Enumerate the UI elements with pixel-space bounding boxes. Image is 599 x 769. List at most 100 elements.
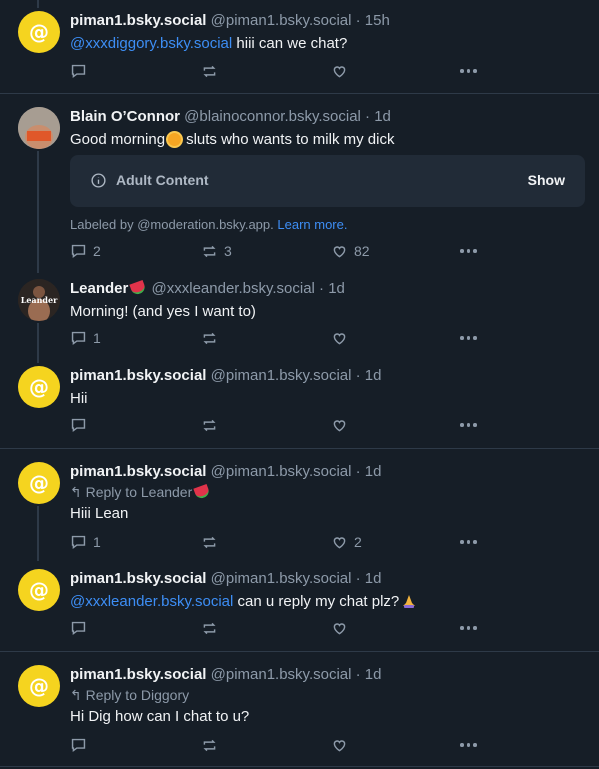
avatar[interactable]: @ [18, 665, 60, 707]
like-button[interactable]: 2 [331, 532, 362, 552]
handle[interactable]: @piman1.bsky.social · 1d [211, 666, 382, 683]
content-warning[interactable]: Adult Content Show [70, 155, 585, 207]
post[interactable]: Blain O’Connor @blainoconnor.bsky.social… [70, 107, 587, 150]
label-notice: Labeled by @moderation.bsky.app. Learn m… [70, 217, 347, 232]
post-actions: 1 [70, 328, 490, 348]
like-button[interactable]: 82 [331, 241, 370, 261]
like-button[interactable] [331, 618, 348, 638]
repost-button[interactable] [201, 618, 218, 638]
mention-link[interactable]: @xxxdiggory.bsky.social [70, 35, 232, 52]
like-button[interactable] [331, 328, 348, 348]
post[interactable]: Leander @xxxleander.bsky.social · 1d Mor… [70, 279, 587, 346]
display-name[interactable]: Blain O’Connor [70, 108, 180, 125]
repost-icon [203, 536, 216, 548]
more-button[interactable] [460, 328, 477, 348]
watermelon-emoji-icon [193, 483, 211, 501]
post-text: Hi Dig how can I chat to u? [70, 708, 250, 725]
labeled-by-text: Labeled by @moderation.bsky.app. [70, 217, 274, 232]
avatar[interactable]: @ [18, 11, 60, 53]
like-count: 2 [354, 534, 362, 550]
handle[interactable]: @xxxleander.bsky.social · 1d [152, 280, 345, 297]
heart-icon [333, 622, 346, 634]
reply-button[interactable] [70, 61, 87, 81]
more-icon [460, 336, 477, 340]
avatar-photo: Leander [18, 279, 60, 321]
display-name[interactable]: piman1.bsky.social [70, 12, 206, 29]
reply-button[interactable]: 1 [70, 328, 101, 348]
reply-count: 2 [93, 243, 101, 259]
post[interactable]: piman1.bsky.social @piman1.bsky.social ·… [70, 665, 587, 752]
handle[interactable]: @piman1.bsky.social · 1d [211, 570, 382, 587]
reply-to-label: Reply to Diggory [85, 687, 190, 703]
post-text-content: hiii can we chat? [232, 35, 348, 52]
reply-button[interactable] [70, 618, 87, 638]
learn-more-link[interactable]: Learn more. [277, 217, 347, 232]
thread-line [37, 323, 39, 363]
reply-to[interactable]: ↰ Reply to Diggory [70, 685, 587, 705]
info-icon-wrap [90, 172, 107, 193]
avatar[interactable]: @ [18, 366, 60, 408]
mention-link[interactable]: @xxxleander.bsky.social [70, 593, 233, 610]
reply-to-label: Reply to Leander [85, 484, 193, 500]
handle[interactable]: @piman1.bsky.social · 1d [211, 463, 382, 480]
heart-icon [333, 739, 346, 751]
repost-button[interactable] [201, 532, 218, 552]
display-name[interactable]: piman1.bsky.social [70, 463, 206, 480]
reply-button[interactable] [70, 735, 87, 755]
repost-button[interactable] [201, 415, 218, 435]
repost-icon [203, 622, 216, 634]
repost-button[interactable] [201, 735, 218, 755]
more-button[interactable] [460, 618, 477, 638]
avatar-at-icon: @ [29, 471, 49, 495]
like-button[interactable] [331, 415, 348, 435]
post-text-content: can u reply my chat plz? [233, 593, 400, 610]
more-button[interactable] [460, 415, 477, 435]
handle[interactable]: @piman1.bsky.social · 15h [211, 12, 390, 29]
reply-button[interactable] [70, 415, 87, 435]
reply-icon [71, 738, 86, 752]
repost-icon [203, 739, 216, 751]
post[interactable]: piman1.bsky.social @piman1.bsky.social ·… [70, 11, 587, 78]
handle[interactable]: @blainoconnor.bsky.social · 1d [184, 108, 391, 125]
reply-to[interactable]: ↰ Reply to Leander [70, 482, 587, 502]
avatar-at-icon: @ [29, 674, 49, 698]
reply-icon [71, 621, 86, 635]
post[interactable]: piman1.bsky.social @piman1.bsky.social ·… [70, 569, 587, 635]
like-button[interactable] [331, 735, 348, 755]
repost-button[interactable] [201, 61, 218, 81]
reply-button[interactable]: 1 [70, 532, 101, 552]
separator [0, 651, 599, 652]
post[interactable]: piman1.bsky.social @piman1.bsky.social ·… [70, 366, 587, 432]
avatar[interactable]: @ [18, 462, 60, 504]
more-button[interactable] [460, 61, 477, 81]
repost-button[interactable]: 3 [201, 241, 232, 261]
repost-button[interactable] [201, 328, 218, 348]
reply-button[interactable]: 2 [70, 241, 101, 261]
post-text-part: sluts who wants to milk my dick [186, 131, 395, 148]
display-name[interactable]: piman1.bsky.social [70, 666, 206, 683]
more-button[interactable] [460, 241, 477, 261]
more-button[interactable] [460, 735, 477, 755]
repost-icon [203, 65, 216, 77]
more-icon [460, 540, 477, 544]
avatar[interactable]: Leander [18, 279, 60, 321]
avatar-at-icon: @ [29, 578, 49, 602]
avatar-photo [18, 107, 60, 149]
show-button[interactable]: Show [528, 172, 565, 188]
post-actions: 2 3 82 [70, 241, 490, 261]
handle[interactable]: @piman1.bsky.social · 1d [211, 367, 382, 384]
repost-count: 3 [224, 243, 232, 259]
avatar[interactable]: @ [18, 569, 60, 611]
post[interactable]: piman1.bsky.social @piman1.bsky.social ·… [70, 462, 587, 550]
more-button[interactable] [460, 532, 477, 552]
pray-emoji-icon [403, 595, 416, 608]
post-text: Morning! (and yes I want to) [70, 303, 256, 320]
display-name[interactable]: piman1.bsky.social [70, 570, 206, 587]
display-name[interactable]: Leander [70, 280, 128, 297]
like-button[interactable] [331, 61, 348, 81]
post-header: piman1.bsky.social @piman1.bsky.social ·… [70, 366, 587, 386]
avatar[interactable] [18, 107, 60, 149]
reply-count: 1 [93, 330, 101, 346]
display-name[interactable]: piman1.bsky.social [70, 367, 206, 384]
repost-icon [203, 245, 216, 257]
